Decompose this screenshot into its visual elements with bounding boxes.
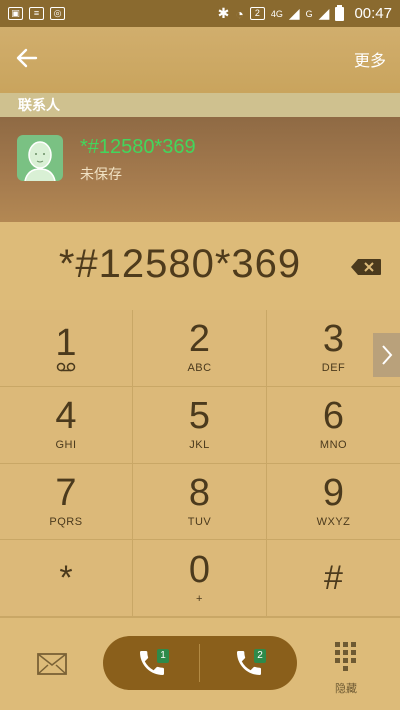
message-notification-icon: ≡ [29, 7, 44, 20]
sim-badge: 2 [249, 7, 265, 20]
status-bar: ▣ ≡ ◎ ✱ ◔ 2 4G ◢ G ◢ 00:47 [0, 0, 400, 27]
key-digit: 1 [55, 321, 77, 364]
key-digit: 5 [188, 395, 211, 438]
key-2[interactable]: 2 ABC [133, 310, 267, 387]
key-digit: 2 [188, 318, 211, 361]
key-5[interactable]: 5 JKL [133, 386, 267, 464]
voicemail-icon [56, 362, 76, 372]
network-g-label: G [305, 8, 313, 19]
key-hash[interactable]: # [267, 540, 400, 617]
number-entry-area: *#12580*369 [0, 222, 400, 310]
message-icon[interactable] [37, 653, 67, 675]
gallery-notification-icon: ▣ [8, 7, 23, 20]
key-letters: TUV [187, 515, 212, 528]
sim2-badge: 2 [254, 649, 266, 663]
key-letters: GHI [55, 439, 77, 452]
entered-number[interactable]: *#12580*369 [0, 242, 360, 287]
key-letters: PQRS [49, 515, 83, 528]
network-4g-label: 4G [270, 8, 283, 19]
key-letters: MNO [319, 439, 348, 452]
key-digit: 8 [188, 471, 211, 514]
key-4[interactable]: 4 GHI [0, 386, 133, 464]
key-letters: + [196, 592, 203, 605]
contact-suggestion-row[interactable]: *#12580*369 未保存 [0, 117, 400, 222]
key-digit: 9 [322, 471, 345, 514]
app-header: 更多 [0, 27, 400, 93]
bluetooth-icon: ✱ [217, 5, 230, 21]
key-digit: 6 [322, 395, 345, 438]
key-star[interactable]: * [0, 540, 133, 617]
clock: 00:47 [354, 5, 392, 22]
key-digit: 3 [322, 318, 345, 361]
bottom-action-bar: 1 2 隐藏 [0, 617, 400, 710]
contacts-section-header: 联系人 [0, 93, 400, 117]
avatar [17, 135, 63, 181]
more-button[interactable]: 更多 [354, 47, 386, 71]
key-digit: # [324, 559, 343, 598]
call-sim2-button[interactable]: 2 [200, 636, 297, 690]
key-7[interactable]: 7 PQRS [0, 463, 133, 541]
sim1-badge: 1 [157, 649, 169, 663]
battery-icon [335, 4, 345, 21]
status-left-icons: ▣ ≡ ◎ [8, 7, 65, 20]
key-digit: 4 [55, 395, 77, 438]
key-letters: JKL [189, 439, 210, 452]
key-letters: WXYZ [316, 515, 351, 528]
key-digit: 7 [55, 471, 77, 514]
key-digit: 0 [188, 548, 211, 591]
contact-number: *#12580*369 [80, 136, 196, 158]
chevron-right-icon [381, 345, 392, 365]
call-buttons: 1 2 [103, 636, 297, 690]
key-1[interactable]: 1 [0, 310, 133, 387]
key-6[interactable]: 6 MNO [267, 387, 400, 464]
key-8[interactable]: 8 TUV [133, 463, 267, 541]
signal2-icon: ◢ [318, 5, 330, 21]
key-digit: * [59, 559, 73, 598]
status-right-icons: ✱ ◔ 2 4G ◢ G ◢ 00:47 [217, 4, 392, 22]
signal-icon: ◢ [288, 5, 300, 21]
keypad-grid-icon [335, 642, 356, 671]
hide-label: 隐藏 [335, 683, 357, 695]
call-sim1-button[interactable]: 1 [103, 636, 200, 690]
key-0[interactable]: 0 + [133, 540, 267, 617]
back-arrow-icon[interactable] [14, 45, 40, 71]
backspace-icon[interactable] [350, 258, 382, 276]
contact-unsaved-label: 未保存 [80, 166, 122, 182]
app-notification-icon: ◎ [50, 7, 65, 20]
side-expand-tab[interactable] [373, 333, 400, 377]
wifi-icon: ◔ [235, 5, 244, 22]
person-avatar-icon [24, 141, 56, 181]
key-9[interactable]: 9 WXYZ [267, 464, 400, 541]
hide-keypad-button[interactable]: 隐藏 [331, 638, 361, 695]
dial-keypad: 1 2 ABC 3 DEF 4 GHI 5 JKL 6 MNO 7 PQRS 8… [0, 310, 400, 617]
key-letters: DEF [321, 362, 346, 375]
key-letters: ABC [187, 362, 212, 375]
